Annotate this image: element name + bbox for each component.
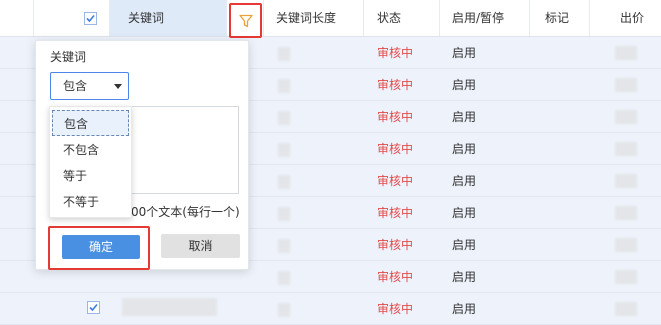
header-mark[interactable]: 标记 [530, 0, 590, 36]
filter-title: 关键词 [50, 50, 87, 64]
bid-value [615, 238, 637, 252]
enable-value[interactable]: 启用 [452, 165, 476, 197]
table-header: 关键词 关键词长度 状态 启用/暂停 标记 出价 [0, 0, 661, 38]
enable-value[interactable]: 启用 [452, 197, 476, 229]
keyword-value [122, 298, 217, 316]
keyword-length-value [278, 175, 290, 189]
status-value: 审核中 [377, 206, 414, 220]
bid-value [615, 78, 637, 92]
header-col-select [34, 0, 110, 36]
status-value: 审核中 [377, 302, 414, 316]
match-type-value: 包含 [63, 79, 88, 93]
row-checkbox[interactable] [87, 301, 100, 314]
confirm-button[interactable]: 确定 [62, 235, 140, 259]
bid-value [615, 302, 637, 316]
header-bid[interactable]: 出价 [590, 0, 661, 36]
keyword-filter-button[interactable] [229, 3, 262, 38]
status-value: 审核中 [377, 78, 414, 92]
select-all-checkbox[interactable] [84, 12, 97, 25]
bid-value [615, 174, 637, 188]
bid-value [615, 110, 637, 124]
option-not-contains[interactable]: 不包含 [50, 137, 131, 163]
keyword-filter-popover: 关键词 包含 00个文本(每行一个) 包含 不包含 等于 不等于 确定 取消 [35, 40, 249, 270]
match-type-dropdown: 包含 不包含 等于 不等于 [49, 106, 132, 218]
keyword-length-value [278, 79, 290, 93]
header-status[interactable]: 状态 [364, 0, 440, 36]
header-col-blank [0, 0, 34, 36]
match-type-select[interactable]: 包含 [50, 72, 129, 100]
keyword-length-value [278, 239, 290, 253]
option-not-equals[interactable]: 不等于 [50, 189, 131, 215]
textarea-hint: 00个文本(每行一个) [131, 205, 240, 219]
enable-value[interactable]: 启用 [452, 229, 476, 261]
confirm-highlight: 确定 [48, 226, 150, 270]
status-value: 审核中 [377, 142, 414, 156]
option-equals[interactable]: 等于 [50, 163, 131, 189]
cancel-button[interactable]: 取消 [161, 234, 240, 258]
keyword-length-value [278, 303, 290, 317]
enable-value[interactable]: 启用 [452, 261, 476, 293]
enable-value[interactable]: 启用 [452, 133, 476, 165]
status-value: 审核中 [377, 46, 414, 60]
bid-value [615, 206, 637, 220]
enable-value[interactable]: 启用 [452, 69, 476, 101]
filter-icon [239, 14, 253, 28]
status-value: 审核中 [377, 110, 414, 124]
status-value: 审核中 [377, 238, 414, 252]
bid-value [615, 270, 637, 284]
table-row[interactable]: 审核中 启用 [0, 293, 661, 325]
enable-value[interactable]: 启用 [452, 101, 476, 133]
status-value: 审核中 [377, 174, 414, 188]
status-value: 审核中 [377, 270, 414, 284]
keyword-length-value [278, 47, 290, 61]
check-icon [89, 303, 98, 312]
keyword-length-value [278, 111, 290, 125]
header-keyword[interactable]: 关键词 [110, 0, 227, 36]
keyword-length-value [278, 271, 290, 285]
check-icon [86, 14, 95, 23]
bid-value [615, 46, 637, 60]
bid-value [615, 142, 637, 156]
enable-value[interactable]: 启用 [452, 37, 476, 69]
header-enable-pause[interactable]: 启用/暂停 [440, 0, 530, 36]
option-contains[interactable]: 包含 [52, 110, 129, 136]
enable-value[interactable]: 启用 [452, 293, 476, 325]
keyword-length-value [278, 207, 290, 221]
keyword-length-value [278, 143, 290, 157]
caret-down-icon [114, 84, 122, 89]
header-keyword-length[interactable]: 关键词长度 [264, 0, 364, 36]
